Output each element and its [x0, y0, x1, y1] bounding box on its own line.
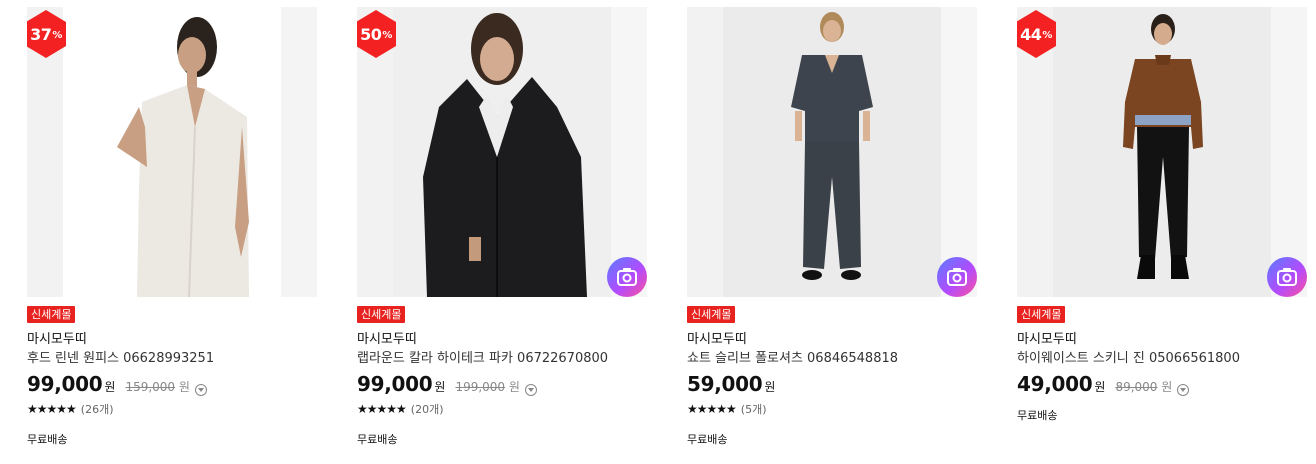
original-currency: 원	[1161, 380, 1173, 394]
review-count: (20개)	[410, 403, 444, 416]
discount-unit: %	[382, 30, 392, 41]
product-name[interactable]: 쇼트 슬리브 폴로셔츠 06846548818	[687, 350, 977, 368]
original-price-value: 89,000	[1115, 380, 1158, 394]
info-icon[interactable]	[1177, 384, 1190, 396]
star-icon: ★★★★★	[27, 402, 77, 416]
currency-unit: 원	[434, 380, 446, 394]
discount-value: 44	[1020, 24, 1042, 44]
product-card[interactable]: 50% 신세계몰 마시모두띠 랩라운드 칼라 하이테크 파카 067226708…	[357, 7, 647, 457]
original-currency: 원	[178, 380, 190, 394]
camera-button[interactable]	[607, 257, 647, 297]
original-price: 159,000 원	[125, 378, 190, 395]
brand-name[interactable]: 마시모두띠	[357, 331, 647, 348]
store-tag: 신세계몰	[357, 306, 406, 323]
discount-unit: %	[1042, 30, 1052, 41]
product-image[interactable]	[687, 7, 977, 297]
price-row: 49,000 원 89,000 원	[1017, 372, 1307, 399]
currency-unit: 원	[104, 380, 116, 394]
discount-value: 50	[360, 24, 382, 44]
model-black-parka-photo	[357, 7, 647, 297]
original-price-value: 159,000	[125, 380, 176, 394]
review-count: (5개)	[740, 403, 767, 416]
product-image[interactable]: 44%	[1017, 7, 1307, 297]
product-card[interactable]: 37% 신세계몰 마시모두띠 후드 린넨 원피스 06628993251 99,…	[27, 7, 317, 457]
sale-price: 59,000	[687, 372, 763, 396]
rating-row: ★★★★★ (5개)	[687, 401, 977, 417]
shipping-label: 무료배송	[1017, 409, 1058, 422]
info-icon[interactable]	[524, 384, 537, 396]
camera-icon	[617, 268, 637, 286]
price-row: 59,000 원	[687, 372, 977, 399]
product-image[interactable]: 37%	[27, 7, 317, 297]
currency-unit: 원	[1094, 380, 1106, 394]
original-price-value: 199,000	[455, 380, 506, 394]
product-name[interactable]: 하이웨이스트 스키니 진 05066561800	[1017, 350, 1307, 368]
store-tag: 신세계몰	[1017, 306, 1066, 323]
original-price: 199,000 원	[455, 378, 520, 395]
original-currency: 원	[508, 380, 520, 394]
brand-name[interactable]: 마시모두띠	[1017, 331, 1307, 348]
camera-button[interactable]	[1267, 257, 1307, 297]
sale-price: 99,000	[27, 372, 103, 396]
camera-icon	[1277, 268, 1297, 286]
product-name[interactable]: 후드 린넨 원피스 06628993251	[27, 350, 317, 368]
product-card[interactable]: 44% 신세계몰 마시모두띠 하이웨이스트 스키니 진 05066561800 …	[1017, 7, 1307, 457]
rating-row: ★★★★★ (26개)	[27, 401, 317, 417]
review-count: (26개)	[80, 403, 114, 416]
model-brown-sweater-photo	[1017, 7, 1307, 297]
shipping-label: 무료배송	[687, 433, 728, 446]
camera-button[interactable]	[937, 257, 977, 297]
store-tag: 신세계몰	[27, 306, 76, 323]
discount-unit: %	[52, 30, 62, 41]
sale-price: 99,000	[357, 372, 433, 396]
product-name[interactable]: 랩라운드 칼라 하이테크 파카 06722670800	[357, 350, 647, 368]
sale-price: 49,000	[1017, 372, 1093, 396]
brand-name[interactable]: 마시모두띠	[27, 331, 317, 348]
info-icon[interactable]	[194, 384, 207, 396]
rating-row: ★★★★★ (20개)	[357, 401, 647, 417]
discount-value: 37	[30, 24, 52, 44]
star-icon: ★★★★★	[357, 402, 407, 416]
original-price: 89,000 원	[1115, 378, 1172, 395]
price-row: 99,000 원 159,000 원	[27, 372, 317, 399]
brand-name[interactable]: 마시모두띠	[687, 331, 977, 348]
camera-icon	[947, 268, 967, 286]
currency-unit: 원	[764, 380, 776, 394]
product-grid: 37% 신세계몰 마시모두띠 후드 린넨 원피스 06628993251 99,…	[0, 0, 1316, 464]
product-card[interactable]: 신세계몰 마시모두띠 쇼트 슬리브 폴로셔츠 06846548818 59,00…	[687, 7, 977, 457]
shipping-label: 무료배송	[27, 433, 68, 446]
store-tag: 신세계몰	[687, 306, 736, 323]
model-grey-polo-set-photo	[687, 7, 977, 297]
shipping-label: 무료배송	[357, 433, 398, 446]
star-icon: ★★★★★	[687, 402, 737, 416]
product-image[interactable]: 50%	[357, 7, 647, 297]
price-row: 99,000 원 199,000 원	[357, 372, 647, 399]
model-white-dress-photo	[27, 7, 317, 297]
